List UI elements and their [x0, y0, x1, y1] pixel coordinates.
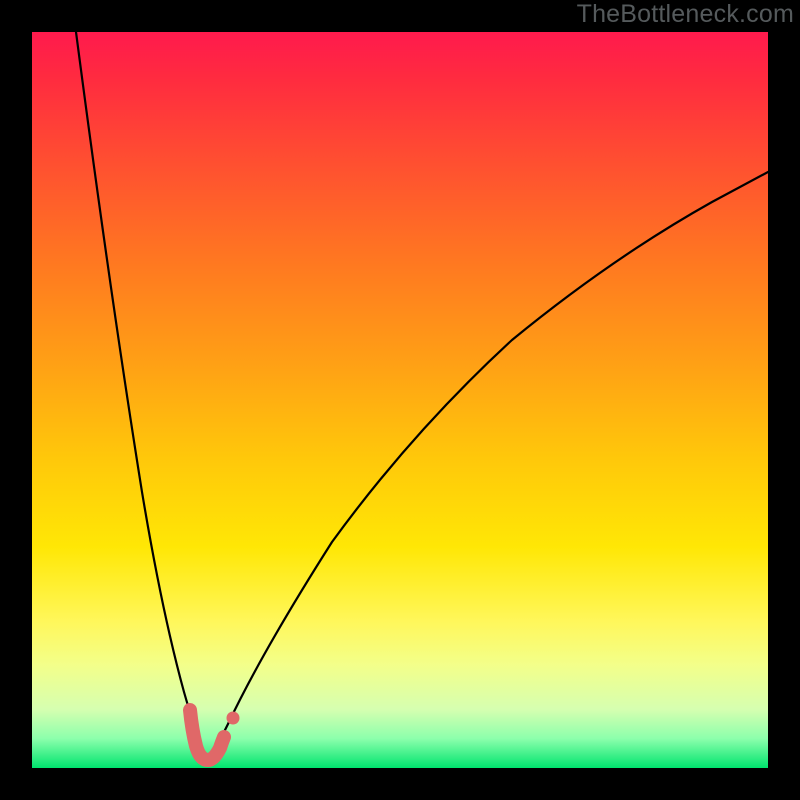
- watermark-text: TheBottleneck.com: [577, 0, 794, 29]
- highlight-marker-path: [190, 710, 224, 760]
- left-curve-path: [76, 32, 208, 764]
- right-curve-path: [208, 172, 768, 764]
- highlight-marker-dot: [227, 712, 240, 725]
- chart-frame: TheBottleneck.com: [0, 0, 800, 800]
- curve-layer: [32, 32, 768, 768]
- plot-area: [32, 32, 768, 768]
